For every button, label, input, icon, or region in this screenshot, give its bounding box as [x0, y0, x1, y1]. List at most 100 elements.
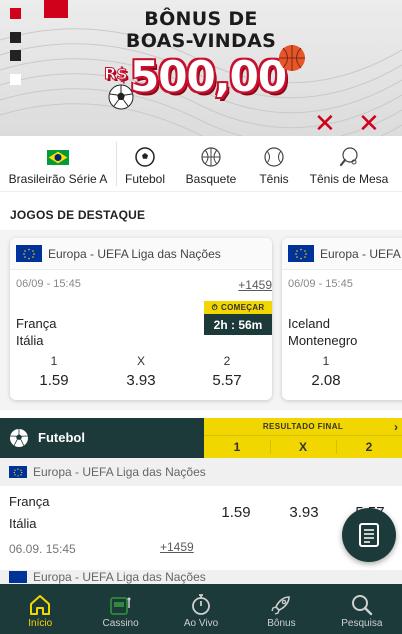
odd-button-away[interactable]: 2 5.57 — [197, 354, 257, 389]
start-label-text: COMEÇAR — [221, 303, 265, 312]
soccer-ball-icon — [134, 146, 156, 168]
slot-machine-icon — [108, 592, 134, 618]
sport-tab-brasileirao[interactable]: Brasileirão Série A — [0, 136, 116, 191]
brazil-flag-icon — [47, 146, 69, 168]
decor-x-mark: ✕ — [314, 109, 336, 136]
nav-ao-vivo[interactable]: Ao Vivo — [161, 584, 241, 634]
basketball-icon — [279, 45, 305, 71]
sport-tab-futebol[interactable]: Futebol — [117, 136, 173, 191]
search-icon — [350, 592, 374, 618]
team-away: Itália — [16, 333, 44, 348]
home-icon — [28, 592, 52, 618]
decor-square — [10, 8, 21, 19]
welcome-bonus-banner[interactable]: BÔNUS DE BOAS-VINDAS R$ 500,00 ✕ ✕ — [0, 0, 402, 136]
sport-tab-label: Tênis de Mesa — [309, 172, 389, 186]
odd-key: X — [383, 354, 402, 372]
nav-label: Início — [28, 618, 53, 629]
sport-tab-tenis-de-mesa[interactable]: Tênis de Mesa — [299, 136, 399, 191]
odd-value: 3.93 — [126, 372, 156, 389]
match-datetime: 06/09 - 15:45 — [288, 278, 353, 290]
market-label: RESULTADO FINAL — [204, 418, 402, 436]
card-header: Europa - UEFA Liga das Nações — [282, 238, 402, 270]
team-home: Iceland — [288, 316, 330, 331]
featured-game-card[interactable]: Europa - UEFA Liga das Nações 06/09 - 15… — [282, 238, 402, 400]
nav-label: Bônus — [267, 618, 296, 629]
league-row[interactable]: Europa - UEFA Liga das Nações — [0, 570, 402, 584]
odd-button-home[interactable]: 1 1.59 — [24, 354, 84, 389]
banner-amount: 500,00 — [130, 52, 287, 101]
team-away: Montenegro — [288, 333, 358, 348]
eu-flag-icon — [9, 466, 27, 478]
basketball-icon — [200, 146, 222, 168]
sport-tab-basquete[interactable]: Basquete — [173, 136, 249, 191]
rocket-icon — [269, 592, 293, 618]
sport-tab-label: Basquete — [185, 172, 237, 186]
featured-game-card[interactable]: Europa - UEFA Liga das Nações 06/09 - 15… — [10, 238, 272, 400]
start-label: ⏱ COMEÇAR — [204, 301, 272, 314]
chevron-right-icon: › — [394, 420, 398, 434]
more-markets-link[interactable]: +1459 — [160, 540, 194, 554]
sport-tab-label: Tênis — [259, 172, 289, 186]
decor-square — [10, 74, 21, 85]
nav-pesquisa[interactable]: Pesquisa — [322, 584, 402, 634]
banner-currency: R$ — [103, 64, 128, 84]
decor-square — [44, 0, 68, 18]
odd-button-home[interactable]: 1.59 — [206, 504, 266, 521]
eu-flag-icon — [16, 245, 42, 262]
column-header: 2 — [365, 440, 373, 454]
nav-cassino[interactable]: Cassino — [80, 584, 160, 634]
match-datetime: 06/09 - 15:45 — [16, 278, 81, 290]
football-title: Futebol — [38, 430, 85, 445]
card-header: Europa - UEFA Liga das Nações — [10, 238, 272, 270]
decor-square — [10, 50, 21, 61]
odd-key: 2 — [223, 354, 231, 368]
decor-x-mark: ✕ — [358, 109, 380, 136]
tennis-ball-icon — [263, 146, 285, 168]
more-markets-link[interactable]: +1459 — [238, 278, 272, 292]
soccer-ball-icon — [9, 429, 29, 447]
column-header: X — [298, 440, 307, 454]
nav-label: Ao Vivo — [183, 618, 219, 629]
column-header: 1 — [233, 440, 241, 454]
soccer-ball-icon — [108, 84, 134, 110]
featured-games-title: JOGOS DE DESTAQUE — [10, 208, 146, 222]
nav-label: Pesquisa — [341, 618, 383, 629]
league-name: Europa - UEFA Liga das Nações — [320, 246, 402, 261]
nav-bonus[interactable]: Bônus — [241, 584, 321, 634]
odd-value: 5.57 — [212, 372, 242, 389]
nav-inicio[interactable]: Início — [0, 584, 80, 634]
odd-button-home[interactable]: 1 2.08 — [296, 354, 356, 389]
app-page: BÔNUS DE BOAS-VINDAS R$ 500,00 ✕ ✕ Brasi… — [0, 0, 402, 634]
sports-category-nav: Brasileirão Série A Futebol Basquete Tên… — [0, 136, 402, 192]
eu-flag-icon — [9, 571, 27, 583]
odd-button-draw[interactable]: X 3.93 — [111, 354, 171, 389]
bet-slip-button[interactable] — [342, 508, 396, 562]
receipt-icon — [359, 523, 379, 547]
banner-title-line1: BÔNUS DE — [144, 8, 258, 30]
banner-title: BÔNUS DE BOAS-VINDAS — [116, 8, 286, 52]
eu-flag-icon — [288, 245, 314, 262]
sport-tab-label: Futebol — [124, 172, 166, 186]
sport-tab-label: Brasileirão Série A — [8, 172, 108, 186]
banner-title-line2: BOAS-VINDAS — [125, 30, 277, 52]
odd-key: X — [136, 354, 145, 368]
bottom-navigation: Início Cassino Ao Vivo Bônus Pesquisa — [0, 584, 402, 634]
match-datetime: 06.09. 15:45 — [9, 542, 76, 556]
team-away: Itália — [9, 516, 37, 531]
league-name: Europa - UEFA Liga das Nações — [48, 246, 221, 261]
odd-value: 1.59 — [39, 372, 69, 389]
team-home: França — [16, 316, 57, 331]
start-countdown-badge: ⏱ COMEÇAR 2h : 56m — [204, 301, 272, 335]
team-home: França — [9, 494, 50, 509]
featured-games-carousel[interactable]: Europa - UEFA Liga das Nações 06/09 - 15… — [0, 230, 402, 410]
odd-button-draw[interactable]: X — [383, 354, 402, 372]
league-name: Europa - UEFA Liga das Nações — [33, 465, 206, 479]
countdown: 2h : 56m — [204, 314, 272, 335]
league-row[interactable]: Europa - UEFA Liga das Nações — [0, 458, 402, 486]
sport-tab-tenis[interactable]: Tênis — [249, 136, 299, 191]
nav-label: Cassino — [102, 618, 139, 629]
stopwatch-icon — [190, 592, 212, 618]
market-selector[interactable]: RESULTADO FINAL › 1 X 2 — [204, 418, 402, 458]
odd-button-draw[interactable]: 3.93 — [274, 504, 334, 521]
decor-square — [10, 32, 21, 43]
